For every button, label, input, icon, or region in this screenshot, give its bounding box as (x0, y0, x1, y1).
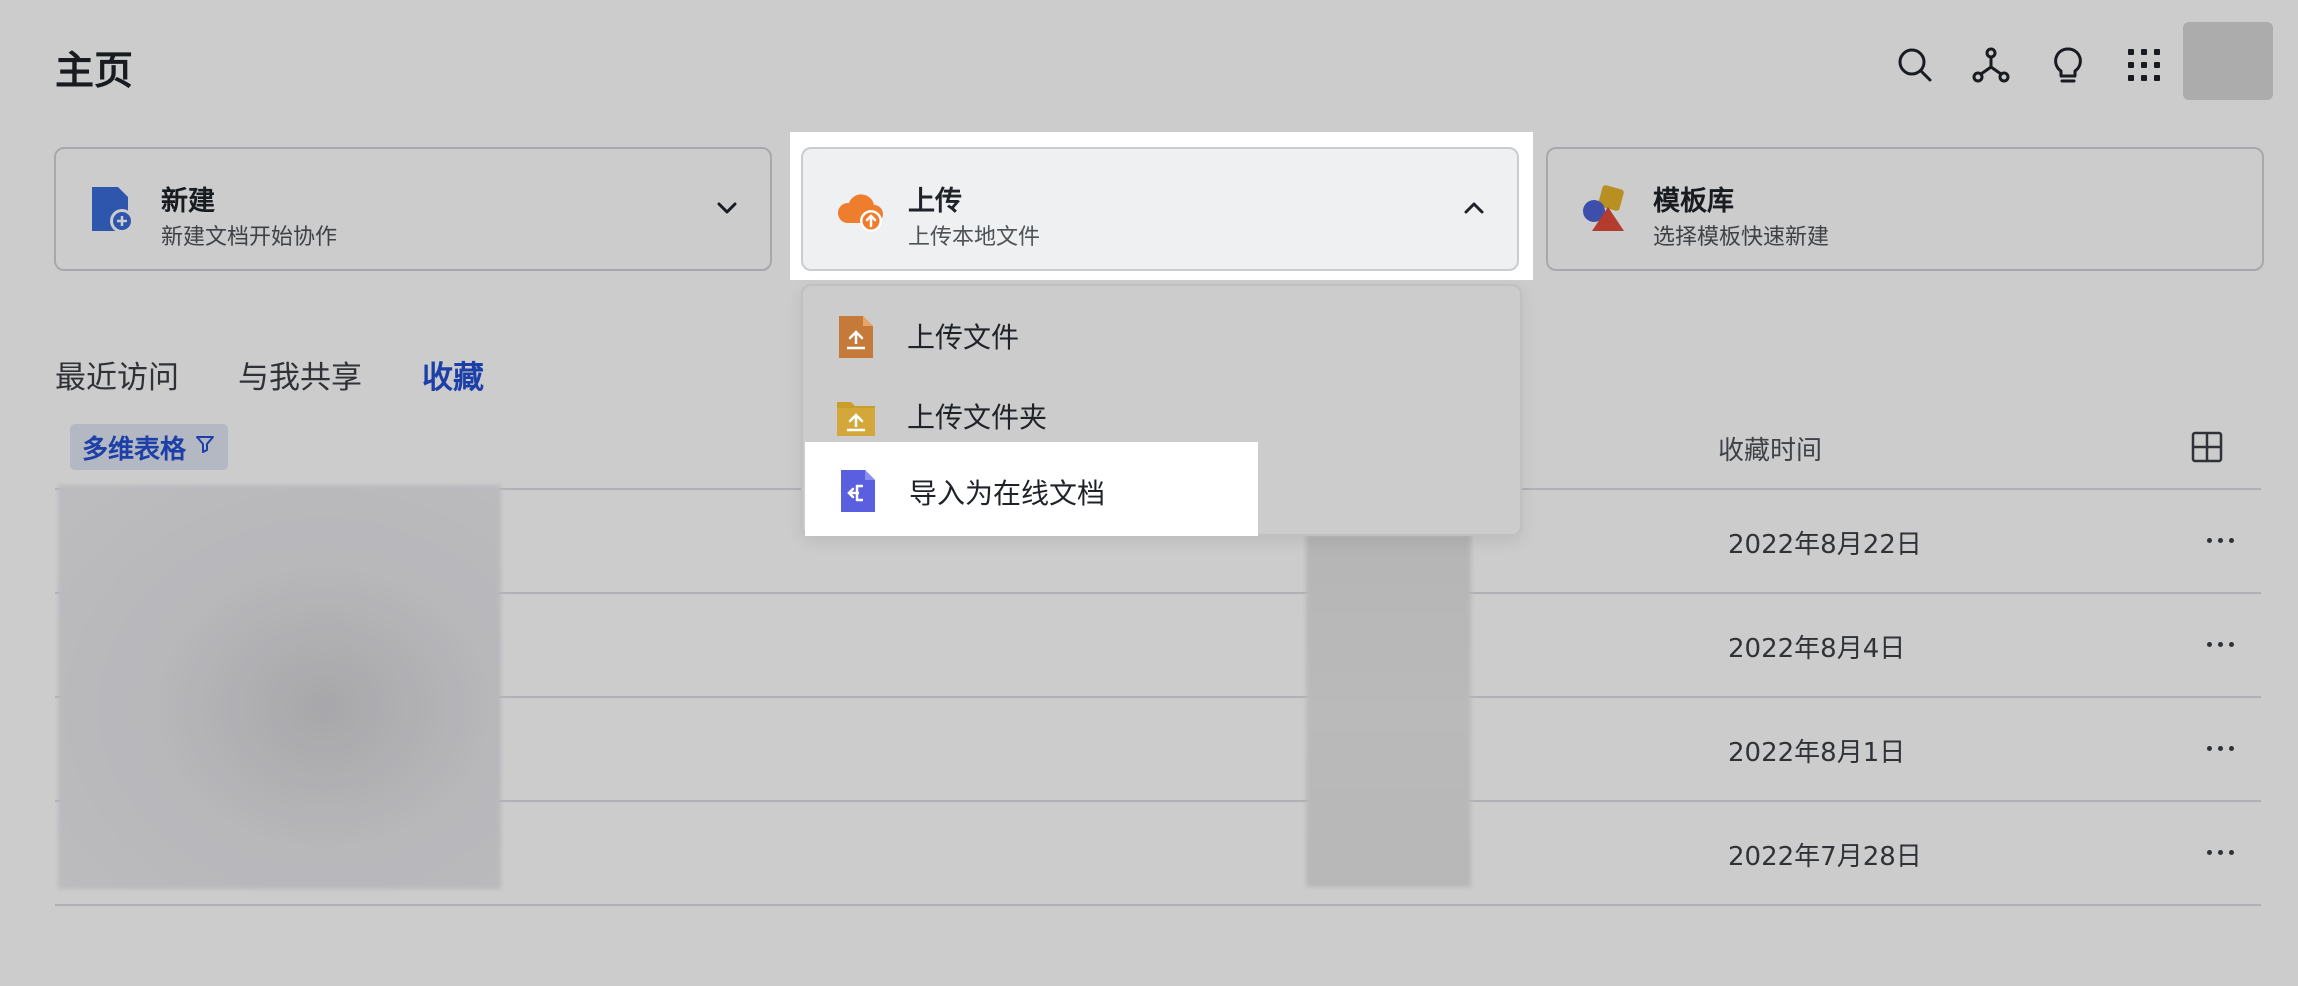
grid-view-icon[interactable] (2190, 430, 2224, 464)
menu-item-label: 上传文件 (907, 321, 1020, 354)
tab-favorites[interactable]: 收藏 (422, 352, 484, 397)
chevron-down-icon[interactable] (712, 193, 742, 223)
template-card-subtitle: 选择模板快速新建 (1653, 225, 1830, 250)
blurred-thumbnail (58, 485, 501, 889)
tab-shared-with-me[interactable]: 与我共享 (238, 352, 362, 397)
upload-card-title: 上传 (908, 186, 962, 217)
menu-item-import-online-doc[interactable]: 导入为在线文档 (805, 442, 1258, 536)
more-options-icon[interactable] (2200, 525, 2240, 555)
upload-file-icon (835, 314, 877, 360)
apps-grid-icon[interactable] (2119, 40, 2169, 90)
row-date: 2022年8月22日 (1728, 530, 1922, 560)
row-date: 2022年7月28日 (1728, 842, 1922, 872)
new-card[interactable]: 新建 新建文档开始协作 (54, 147, 772, 271)
cloud-upload-icon (833, 183, 887, 237)
more-options-icon[interactable] (2200, 629, 2240, 659)
menu-item-label: 上传文件夹 (907, 401, 1048, 434)
network-icon[interactable] (1966, 40, 2016, 90)
template-shapes-icon (1578, 183, 1632, 237)
more-options-icon[interactable] (2200, 837, 2240, 867)
blurred-owner-column (1306, 535, 1471, 887)
lightbulb-icon[interactable] (2043, 40, 2093, 90)
app-home-screen: 主页 新建 新建文档开始协作 模板库 选择模板快速新建 最近访问 与我共享 收藏… (0, 0, 2298, 986)
filter-label: 多维表格 (82, 434, 187, 465)
tab-recent[interactable]: 最近访问 (55, 352, 179, 397)
search-icon[interactable] (1890, 40, 1940, 90)
page-title: 主页 (55, 49, 134, 94)
column-favorite-time[interactable]: 收藏时间 (1718, 430, 1822, 467)
upload-card-subtitle: 上传本地文件 (908, 225, 1041, 250)
template-card[interactable]: 模板库 选择模板快速新建 (1546, 147, 2264, 271)
chevron-up-icon[interactable] (1459, 193, 1489, 223)
upload-folder-icon (835, 394, 877, 440)
filter-icon (194, 432, 216, 462)
new-card-subtitle: 新建文档开始协作 (161, 225, 338, 250)
menu-item-upload-folder[interactable]: 上传文件夹 (803, 374, 1520, 452)
menu-item-label: 导入为在线文档 (909, 477, 1106, 510)
new-card-title: 新建 (161, 186, 215, 217)
row-date: 2022年8月1日 (1728, 738, 1906, 768)
upload-card[interactable]: 上传 上传本地文件 (801, 147, 1519, 271)
table-divider (55, 904, 2261, 906)
new-doc-icon (86, 183, 140, 237)
more-options-icon[interactable] (2200, 733, 2240, 763)
filter-chip[interactable]: 多维表格 (70, 424, 229, 470)
upload-dropdown-menu: 上传文件 上传文件夹 导入为在线文档 (801, 284, 1522, 536)
row-date: 2022年8月4日 (1728, 634, 1906, 664)
import-doc-icon (837, 468, 879, 514)
avatar[interactable] (2183, 22, 2273, 100)
menu-item-upload-file[interactable]: 上传文件 (803, 294, 1520, 372)
template-card-title: 模板库 (1653, 186, 1734, 217)
